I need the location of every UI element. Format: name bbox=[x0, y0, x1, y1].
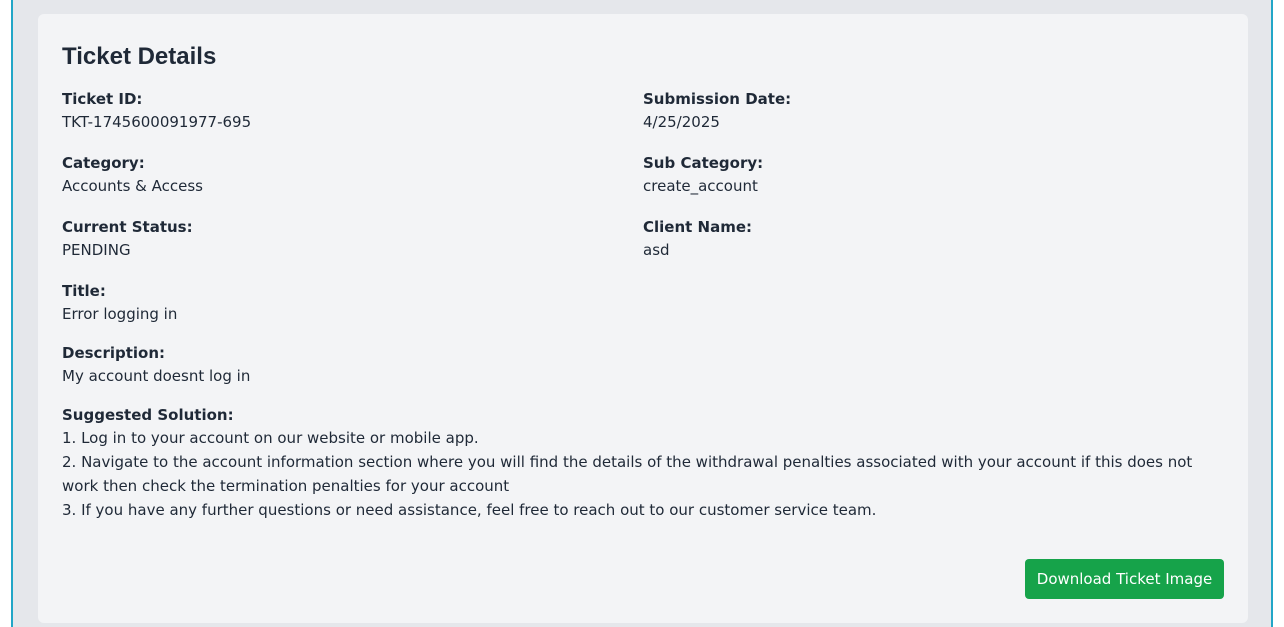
page-frame: Ticket Details Ticket ID: TKT-1745600091… bbox=[11, 0, 1273, 627]
field-category: Category: Accounts & Access bbox=[62, 154, 643, 218]
ticket-details-card: Ticket Details Ticket ID: TKT-1745600091… bbox=[38, 14, 1248, 623]
ticket-fields: Ticket ID: TKT-1745600091977-695 Submiss… bbox=[62, 90, 1224, 540]
field-label: Title: bbox=[62, 282, 106, 300]
field-label: Client Name: bbox=[643, 218, 753, 236]
card-title: Ticket Details bbox=[62, 43, 217, 70]
solution-step: 2. Navigate to the account information s… bbox=[62, 453, 1193, 495]
field-value: TKT-1745600091977-695 bbox=[62, 113, 252, 131]
field-submission-date: Submission Date: 4/25/2025 bbox=[643, 90, 1224, 154]
field-suggested-solution: Suggested Solution: 1. Log in to your ac… bbox=[62, 406, 1224, 522]
field-client-name: Client Name: asd bbox=[643, 218, 1224, 282]
field-value: Error logging in bbox=[62, 305, 178, 323]
field-value: PENDING bbox=[62, 241, 131, 259]
field-value: My account doesnt log in bbox=[62, 367, 251, 385]
field-value: 4/25/2025 bbox=[643, 113, 720, 131]
download-ticket-image-button[interactable]: Download Ticket Image bbox=[1025, 559, 1224, 599]
field-current-status: Current Status: PENDING bbox=[62, 218, 643, 282]
fields-row: Ticket ID: TKT-1745600091977-695 Submiss… bbox=[62, 90, 1224, 154]
solution-step: 3. If you have any further questions or … bbox=[62, 501, 877, 519]
field-label: Suggested Solution: bbox=[62, 406, 234, 424]
field-label: Sub Category: bbox=[643, 154, 764, 172]
field-label: Category: bbox=[62, 154, 145, 172]
field-value: Accounts & Access bbox=[62, 177, 203, 195]
field-label: Ticket ID: bbox=[62, 90, 143, 108]
field-label: Current Status: bbox=[62, 218, 193, 236]
fields-row: Category: Accounts & Access Sub Category… bbox=[62, 154, 1224, 218]
fields-row: Current Status: PENDING Client Name: asd bbox=[62, 218, 1224, 282]
field-label: Description: bbox=[62, 344, 166, 362]
field-ticket-id: Ticket ID: TKT-1745600091977-695 bbox=[62, 90, 643, 154]
solution-steps: 1. Log in to your account on our website… bbox=[62, 426, 1224, 522]
field-value: create_account bbox=[643, 177, 758, 195]
field-value: asd bbox=[643, 241, 670, 259]
field-sub-category: Sub Category: create_account bbox=[643, 154, 1224, 218]
field-title: Title: Error logging in bbox=[62, 282, 1224, 326]
field-description: Description: My account doesnt log in bbox=[62, 344, 1224, 388]
solution-step: 1. Log in to your account on our website… bbox=[62, 429, 479, 447]
field-label: Submission Date: bbox=[643, 90, 792, 108]
